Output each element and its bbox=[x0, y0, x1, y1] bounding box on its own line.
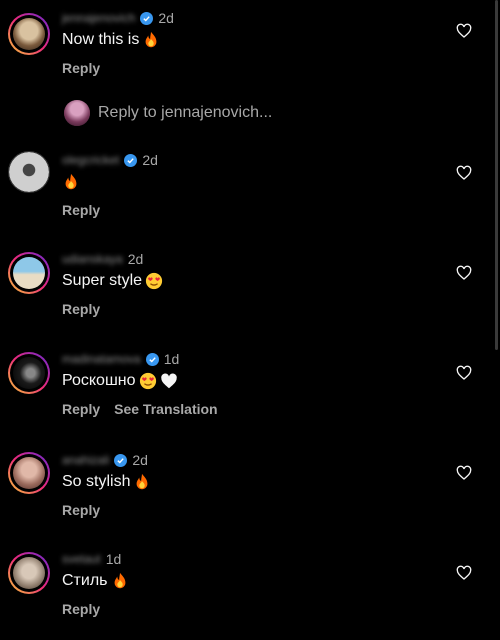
comment-text: Now this is bbox=[62, 31, 160, 49]
comment-text-label: Стиль bbox=[62, 572, 108, 589]
avatar[interactable] bbox=[8, 13, 50, 55]
reply-avatar bbox=[64, 100, 90, 126]
comment-text-label: So stylish bbox=[62, 473, 131, 490]
username[interactable]: udianskaya bbox=[62, 252, 123, 266]
comment-text-label: Роскошно bbox=[62, 372, 136, 389]
reply-button[interactable]: Reply bbox=[62, 502, 100, 518]
username[interactable]: olegcricket bbox=[62, 153, 119, 167]
fire-emoji bbox=[137, 473, 148, 490]
like-heart-icon[interactable] bbox=[456, 365, 472, 381]
reply-button[interactable]: Reply bbox=[62, 202, 100, 218]
username[interactable]: anahizali bbox=[62, 453, 109, 467]
reply-button[interactable]: Reply bbox=[62, 60, 100, 76]
comment-text-label: Super style bbox=[62, 272, 143, 289]
fire-emoji bbox=[65, 173, 77, 190]
comment-text: Роскошно bbox=[62, 372, 178, 390]
avatar[interactable] bbox=[8, 151, 50, 193]
avatar[interactable] bbox=[8, 552, 50, 594]
reply-to-composer[interactable]: Reply to jennajenovich... bbox=[64, 100, 272, 126]
avatar[interactable] bbox=[8, 352, 50, 394]
heart-eyes-emoji bbox=[145, 272, 163, 290]
username[interactable]: madinatamova bbox=[62, 352, 141, 366]
verified-badge-icon bbox=[124, 153, 138, 167]
heart-eyes-emoji bbox=[139, 372, 156, 390]
verified-badge-icon bbox=[145, 352, 159, 366]
comment-text bbox=[62, 173, 80, 191]
like-heart-icon[interactable] bbox=[456, 465, 472, 481]
reply-to-text: Reply to jennajenovich... bbox=[98, 104, 273, 121]
like-heart-icon[interactable] bbox=[456, 565, 472, 581]
reply-button[interactable]: Reply bbox=[62, 401, 100, 417]
see-translation-button[interactable]: See Translation bbox=[114, 401, 217, 417]
comment-text: So stylish bbox=[62, 473, 151, 491]
timestamp: 2d bbox=[158, 10, 174, 26]
timestamp: 2d bbox=[142, 152, 158, 168]
reply-button[interactable]: Reply bbox=[62, 601, 100, 617]
like-heart-icon[interactable] bbox=[456, 23, 472, 39]
timestamp: 1d bbox=[163, 351, 180, 367]
avatar[interactable] bbox=[8, 252, 50, 294]
comment-text-label: Now this is bbox=[62, 31, 140, 48]
comment-text: Стиль bbox=[62, 572, 129, 590]
avatar[interactable] bbox=[8, 452, 50, 494]
scrollbar[interactable] bbox=[495, 0, 498, 350]
like-heart-icon[interactable] bbox=[456, 265, 472, 281]
reply-button[interactable]: Reply bbox=[62, 301, 100, 317]
like-heart-icon[interactable] bbox=[456, 165, 472, 181]
timestamp: 2d bbox=[132, 452, 148, 468]
verified-badge-icon bbox=[140, 11, 154, 25]
fire-emoji bbox=[145, 31, 157, 48]
comment-text: Super style bbox=[62, 272, 163, 290]
white-heart-emoji bbox=[160, 373, 177, 389]
verified-badge-icon bbox=[114, 453, 128, 467]
timestamp: 1d bbox=[105, 551, 122, 567]
username[interactable]: jennajenovich bbox=[62, 11, 135, 25]
timestamp: 2d bbox=[127, 251, 144, 267]
fire-emoji bbox=[114, 572, 125, 589]
username[interactable]: svetaut bbox=[62, 552, 101, 566]
